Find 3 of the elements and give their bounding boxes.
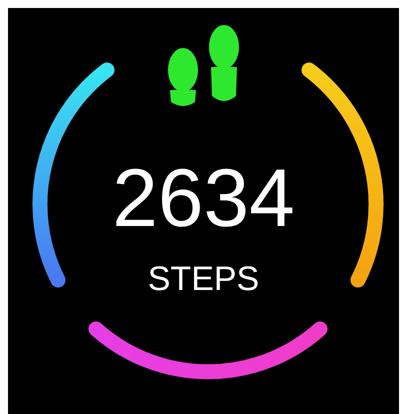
steps-label: STEPS [148, 262, 260, 296]
step-count: 2634 [112, 158, 295, 240]
footprints-icon [168, 25, 239, 106]
